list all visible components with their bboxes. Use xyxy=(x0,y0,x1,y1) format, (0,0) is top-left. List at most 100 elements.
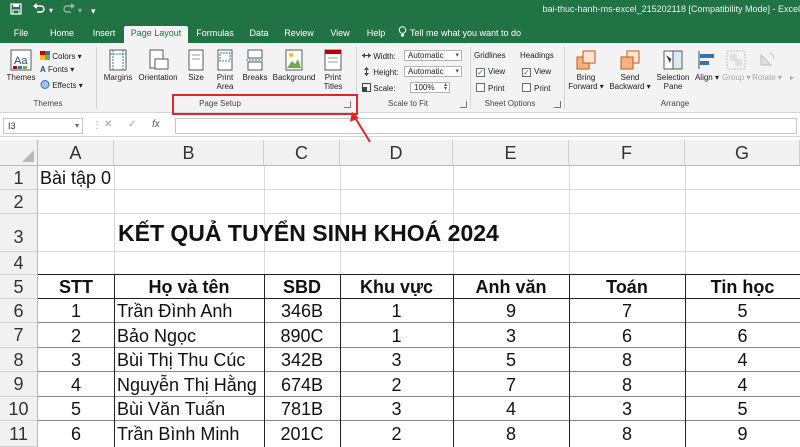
header-cell-sbd[interactable]: SBD xyxy=(264,277,340,298)
row-header-5[interactable]: 5 xyxy=(0,275,38,299)
tab-review[interactable]: Review xyxy=(280,26,318,43)
table-cell-name[interactable]: Trần Bình Minh xyxy=(117,424,239,445)
table-cell-region[interactable]: 2 xyxy=(340,424,453,445)
table-cell-name[interactable]: Trần Đình Anh xyxy=(117,301,232,322)
headings-print-checkbox[interactable]: Print xyxy=(522,83,550,94)
row-header-3[interactable]: 3 xyxy=(0,214,38,252)
table-cell-math[interactable]: 8 xyxy=(569,375,685,396)
column-header-b[interactable]: B xyxy=(114,140,264,166)
sheet-options-launcher-icon[interactable] xyxy=(554,101,561,108)
table-cell-stt[interactable]: 3 xyxy=(38,350,114,371)
tab-help[interactable]: Help xyxy=(362,26,390,43)
table-cell-sbd[interactable]: 201C xyxy=(264,424,340,445)
table-cell-region[interactable]: 2 xyxy=(340,375,453,396)
tell-me-search[interactable]: Tell me what you want to do xyxy=(410,26,521,40)
table-cell-sbd[interactable]: 342B xyxy=(264,350,340,371)
enter-icon[interactable]: ✓ xyxy=(128,119,136,130)
column-header-e[interactable]: E xyxy=(453,140,569,166)
table-cell-sbd[interactable]: 890C xyxy=(264,326,340,347)
cell-a1[interactable]: Bài tập 0 xyxy=(40,168,111,189)
table-cell-stt[interactable]: 6 xyxy=(38,424,114,445)
colors-button[interactable]: Colors ▾ xyxy=(40,51,82,62)
table-cell-stt[interactable]: 5 xyxy=(38,399,114,420)
row-header-4[interactable]: 4 xyxy=(0,252,38,275)
breaks-button[interactable]: Breaks xyxy=(242,49,268,82)
sheet-title[interactable]: KẾT QUẢ TUYỂN SINH KHOÁ 2024 xyxy=(118,220,499,247)
header-cell-english[interactable]: Anh văn xyxy=(453,277,569,298)
column-header-c[interactable]: C xyxy=(264,140,340,166)
column-header-f[interactable]: F xyxy=(569,140,685,166)
tab-view[interactable]: View xyxy=(324,26,356,43)
size-button[interactable]: Size xyxy=(184,49,208,82)
header-cell-it[interactable]: Tin học xyxy=(685,277,800,298)
undo-icon[interactable] xyxy=(32,2,46,20)
table-cell-english[interactable]: 9 xyxy=(453,301,569,322)
undo-dropdown-icon[interactable]: ▾ xyxy=(49,2,53,20)
header-cell-math[interactable]: Toán xyxy=(569,277,685,298)
bring-forward-button[interactable]: Bring Forward ▾ xyxy=(566,49,606,91)
table-cell-english[interactable]: 7 xyxy=(453,375,569,396)
table-cell-stt[interactable]: 4 xyxy=(38,375,114,396)
resize-handle-icon[interactable]: ⋮ xyxy=(92,120,102,131)
ribbon-scroll-right-icon[interactable]: ▸ xyxy=(786,73,798,82)
table-cell-sbd[interactable]: 781B xyxy=(264,399,340,420)
header-cell-region[interactable]: Khu vực xyxy=(340,277,453,298)
height-select[interactable]: Automatic ▾ xyxy=(404,66,462,77)
table-cell-english[interactable]: 5 xyxy=(453,350,569,371)
group-button[interactable]: Group ▾ xyxy=(722,49,750,82)
rotate-button[interactable]: Rotate ▾ xyxy=(752,49,782,82)
row-header-11[interactable]: 11 xyxy=(0,421,38,447)
table-cell-name[interactable]: Bảo Ngọc xyxy=(117,326,196,347)
row-header-8[interactable]: 8 xyxy=(0,348,38,372)
save-icon[interactable] xyxy=(10,2,22,20)
tab-page-layout[interactable]: Page Layout xyxy=(124,26,188,43)
table-cell-stt[interactable]: 1 xyxy=(38,301,114,322)
table-cell-region[interactable]: 3 xyxy=(340,399,453,420)
row-header-6[interactable]: 6 xyxy=(0,299,38,323)
column-header-a[interactable]: A xyxy=(38,140,114,166)
themes-button[interactable]: Aa Themes xyxy=(6,49,36,82)
selection-pane-button[interactable]: Selection Pane xyxy=(654,49,692,91)
align-button[interactable]: Align ▾ xyxy=(694,49,720,82)
table-cell-math[interactable]: 8 xyxy=(569,424,685,445)
background-button[interactable]: Background xyxy=(270,49,318,82)
scale-spinner[interactable]: 100% ▴ ▾ xyxy=(410,82,450,93)
row-header-10[interactable]: 10 xyxy=(0,397,38,421)
tab-data[interactable]: Data xyxy=(244,26,274,43)
table-cell-english[interactable]: 4 xyxy=(453,399,569,420)
table-cell-sbd[interactable]: 674B xyxy=(264,375,340,396)
effects-button[interactable]: Effects ▾ xyxy=(40,80,83,91)
table-cell-sbd[interactable]: 346B xyxy=(264,301,340,322)
table-cell-it[interactable]: 5 xyxy=(685,399,800,420)
name-box[interactable]: I3 ▾ xyxy=(3,118,83,134)
table-cell-english[interactable]: 8 xyxy=(453,424,569,445)
orientation-button[interactable]: Orientation xyxy=(136,49,180,82)
table-cell-it[interactable]: 4 xyxy=(685,350,800,371)
margins-button[interactable]: Margins xyxy=(102,49,134,82)
table-cell-region[interactable]: 1 xyxy=(340,326,453,347)
redo-dropdown-icon[interactable]: ▾ xyxy=(78,2,82,20)
table-cell-name[interactable]: Bùi Văn Tuấn xyxy=(117,399,225,420)
table-cell-it[interactable]: 9 xyxy=(685,424,800,445)
gridlines-view-checkbox[interactable]: ✓ View xyxy=(476,67,505,77)
insert-function-icon[interactable]: fx xyxy=(152,119,160,130)
row-header-2[interactable]: 2 xyxy=(0,190,38,214)
header-cell-name[interactable]: Họ và tên xyxy=(114,277,264,298)
row-header-1[interactable]: 1 xyxy=(0,166,38,190)
print-titles-button[interactable]: Print Titles xyxy=(320,49,346,91)
send-backward-button[interactable]: Send Backward ▾ xyxy=(608,49,652,91)
table-cell-math[interactable]: 6 xyxy=(569,326,685,347)
scale-to-fit-launcher-icon[interactable] xyxy=(460,101,467,108)
table-cell-it[interactable]: 5 xyxy=(685,301,800,322)
tab-formulas[interactable]: Formulas xyxy=(192,26,238,43)
tab-file[interactable]: File xyxy=(8,26,34,43)
cancel-icon[interactable]: ✕ xyxy=(104,119,112,130)
gridlines-print-checkbox[interactable]: Print xyxy=(476,83,504,94)
table-cell-english[interactable]: 3 xyxy=(453,326,569,347)
table-cell-math[interactable]: 7 xyxy=(569,301,685,322)
print-area-button[interactable]: Print Area xyxy=(212,49,238,91)
table-cell-math[interactable]: 8 xyxy=(569,350,685,371)
fonts-button[interactable]: A Fonts ▾ xyxy=(40,65,74,75)
table-cell-region[interactable]: 1 xyxy=(340,301,453,322)
table-cell-name[interactable]: Nguyễn Thị Hằng xyxy=(117,375,257,396)
